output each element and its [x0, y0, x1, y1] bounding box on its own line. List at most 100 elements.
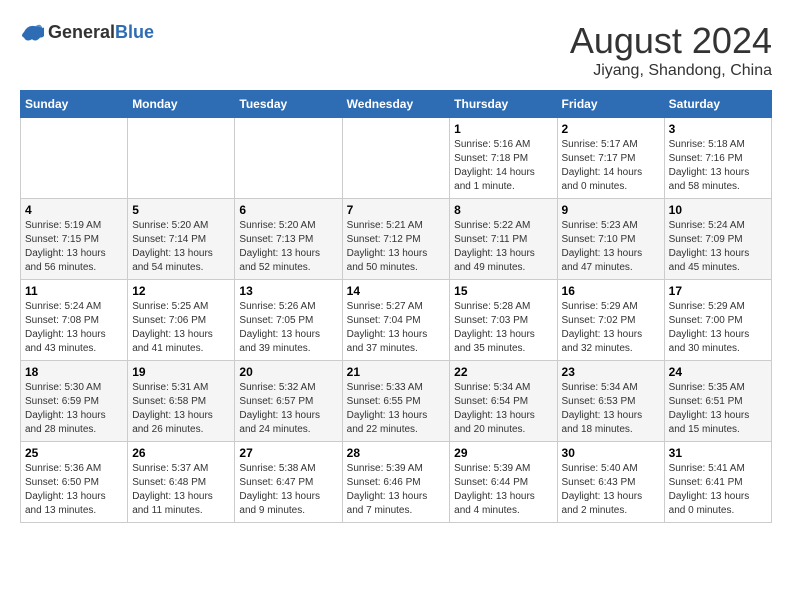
day-number: 4	[25, 203, 123, 217]
calendar-cell: 10 Sunrise: 5:24 AMSunset: 7:09 PMDayligh…	[664, 199, 771, 280]
calendar-cell: 17 Sunrise: 5:29 AMSunset: 7:00 PMDayligh…	[664, 280, 771, 361]
day-info: Sunrise: 5:29 AMSunset: 7:02 PMDaylight:…	[562, 300, 660, 356]
calendar-cell: 16 Sunrise: 5:29 AMSunset: 7:02 PMDayligh…	[557, 280, 664, 361]
day-info: Sunrise: 5:41 AMSunset: 6:41 PMDaylight:…	[669, 462, 767, 518]
calendar-cell: 21 Sunrise: 5:33 AMSunset: 6:55 PMDayligh…	[342, 361, 450, 442]
calendar-cell	[21, 118, 128, 199]
day-info: Sunrise: 5:20 AMSunset: 7:13 PMDaylight:…	[239, 219, 337, 275]
day-number: 28	[347, 446, 446, 460]
week-row-0: 1 Sunrise: 5:16 AMSunset: 7:18 PMDaylight…	[21, 118, 772, 199]
day-number: 5	[132, 203, 230, 217]
week-row-1: 4 Sunrise: 5:19 AMSunset: 7:15 PMDaylight…	[21, 199, 772, 280]
day-number: 2	[562, 122, 660, 136]
logo-text: General	[48, 22, 115, 42]
location: Jiyang, Shandong, China	[570, 62, 772, 80]
calendar-cell: 4 Sunrise: 5:19 AMSunset: 7:15 PMDaylight…	[21, 199, 128, 280]
day-number: 22	[454, 365, 552, 379]
day-info: Sunrise: 5:23 AMSunset: 7:10 PMDaylight:…	[562, 219, 660, 275]
logo: GeneralBlue	[20, 20, 154, 44]
day-info: Sunrise: 5:30 AMSunset: 6:59 PMDaylight:…	[25, 381, 123, 437]
day-info: Sunrise: 5:21 AMSunset: 7:12 PMDaylight:…	[347, 219, 446, 275]
calendar-cell: 19Sunrise: 5:31 AMSunset: 6:58 PMDayligh…	[128, 361, 235, 442]
weekday-header-monday: Monday	[128, 91, 235, 118]
day-info: Sunrise: 5:16 AMSunset: 7:18 PMDaylight:…	[454, 138, 552, 194]
calendar-cell: 7 Sunrise: 5:21 AMSunset: 7:12 PMDaylight…	[342, 199, 450, 280]
weekday-header-row: SundayMondayTuesdayWednesdayThursdayFrid…	[21, 91, 772, 118]
day-number: 15	[454, 284, 552, 298]
calendar-cell: 28 Sunrise: 5:39 AMSunset: 6:46 PMDayligh…	[342, 442, 450, 523]
day-info: Sunrise: 5:33 AMSunset: 6:55 PMDaylight:…	[347, 381, 446, 437]
weekday-header-saturday: Saturday	[664, 91, 771, 118]
calendar-cell: 5 Sunrise: 5:20 AMSunset: 7:14 PMDaylight…	[128, 199, 235, 280]
day-info: Sunrise: 5:19 AMSunset: 7:15 PMDaylight:…	[25, 219, 123, 275]
day-info: Sunrise: 5:17 AMSunset: 7:17 PMDaylight:…	[562, 138, 660, 194]
calendar-cell: 1 Sunrise: 5:16 AMSunset: 7:18 PMDaylight…	[450, 118, 557, 199]
calendar-cell: 13 Sunrise: 5:26 AMSunset: 7:05 PMDayligh…	[235, 280, 342, 361]
calendar-cell: 14Sunrise: 5:27 AMSunset: 7:04 PMDayligh…	[342, 280, 450, 361]
calendar-cell: 11 Sunrise: 5:24 AMSunset: 7:08 PMDayligh…	[21, 280, 128, 361]
day-info: Sunrise: 5:20 AMSunset: 7:14 PMDaylight:…	[132, 219, 230, 275]
day-number: 1	[454, 122, 552, 136]
day-number: 17	[669, 284, 767, 298]
day-info: Sunrise: 5:39 AMSunset: 6:46 PMDaylight:…	[347, 462, 446, 518]
logo-blue-text: Blue	[115, 22, 154, 42]
day-number: 12	[132, 284, 230, 298]
day-number: 18	[25, 365, 123, 379]
calendar-cell: 15 Sunrise: 5:28 AMSunset: 7:03 PMDayligh…	[450, 280, 557, 361]
calendar-cell: 9Sunrise: 5:23 AMSunset: 7:10 PMDaylight…	[557, 199, 664, 280]
day-number: 8	[454, 203, 552, 217]
calendar-cell: 6 Sunrise: 5:20 AMSunset: 7:13 PMDaylight…	[235, 199, 342, 280]
calendar-cell: 23 Sunrise: 5:34 AMSunset: 6:53 PMDayligh…	[557, 361, 664, 442]
day-info: Sunrise: 5:18 AMSunset: 7:16 PMDaylight:…	[669, 138, 767, 194]
day-number: 13	[239, 284, 337, 298]
day-number: 20	[239, 365, 337, 379]
day-info: Sunrise: 5:38 AMSunset: 6:47 PMDaylight:…	[239, 462, 337, 518]
calendar-cell: 30Sunrise: 5:40 AMSunset: 6:43 PMDayligh…	[557, 442, 664, 523]
day-info: Sunrise: 5:26 AMSunset: 7:05 PMDaylight:…	[239, 300, 337, 356]
day-number: 10	[669, 203, 767, 217]
day-number: 19	[132, 365, 230, 379]
calendar-cell	[128, 118, 235, 199]
day-info: Sunrise: 5:34 AMSunset: 6:54 PMDaylight:…	[454, 381, 552, 437]
calendar-cell: 24Sunrise: 5:35 AMSunset: 6:51 PMDayligh…	[664, 361, 771, 442]
calendar-cell: 22 Sunrise: 5:34 AMSunset: 6:54 PMDayligh…	[450, 361, 557, 442]
day-number: 29	[454, 446, 552, 460]
day-info: Sunrise: 5:24 AMSunset: 7:09 PMDaylight:…	[669, 219, 767, 275]
day-number: 7	[347, 203, 446, 217]
day-info: Sunrise: 5:28 AMSunset: 7:03 PMDaylight:…	[454, 300, 552, 356]
day-info: Sunrise: 5:35 AMSunset: 6:51 PMDaylight:…	[669, 381, 767, 437]
calendar-cell: 20 Sunrise: 5:32 AMSunset: 6:57 PMDayligh…	[235, 361, 342, 442]
page-header: GeneralBlue August 2024 Jiyang, Shandong…	[20, 20, 772, 80]
calendar-cell: 25Sunrise: 5:36 AMSunset: 6:50 PMDayligh…	[21, 442, 128, 523]
calendar-cell: 29 Sunrise: 5:39 AMSunset: 6:44 PMDayligh…	[450, 442, 557, 523]
calendar-cell: 26 Sunrise: 5:37 AMSunset: 6:48 PMDayligh…	[128, 442, 235, 523]
day-number: 21	[347, 365, 446, 379]
day-info: Sunrise: 5:24 AMSunset: 7:08 PMDaylight:…	[25, 300, 123, 356]
day-number: 6	[239, 203, 337, 217]
calendar-cell: 8Sunrise: 5:22 AMSunset: 7:11 PMDaylight…	[450, 199, 557, 280]
week-row-3: 18 Sunrise: 5:30 AMSunset: 6:59 PMDayligh…	[21, 361, 772, 442]
day-info: Sunrise: 5:29 AMSunset: 7:00 PMDaylight:…	[669, 300, 767, 356]
day-info: Sunrise: 5:40 AMSunset: 6:43 PMDaylight:…	[562, 462, 660, 518]
calendar-cell: 18 Sunrise: 5:30 AMSunset: 6:59 PMDayligh…	[21, 361, 128, 442]
day-info: Sunrise: 5:27 AMSunset: 7:04 PMDaylight:…	[347, 300, 446, 356]
day-number: 11	[25, 284, 123, 298]
day-info: Sunrise: 5:34 AMSunset: 6:53 PMDaylight:…	[562, 381, 660, 437]
day-info: Sunrise: 5:32 AMSunset: 6:57 PMDaylight:…	[239, 381, 337, 437]
day-number: 3	[669, 122, 767, 136]
day-number: 26	[132, 446, 230, 460]
weekday-header-tuesday: Tuesday	[235, 91, 342, 118]
calendar-cell: 27Sunrise: 5:38 AMSunset: 6:47 PMDayligh…	[235, 442, 342, 523]
calendar-cell: 2 Sunrise: 5:17 AMSunset: 7:17 PMDaylight…	[557, 118, 664, 199]
day-info: Sunrise: 5:36 AMSunset: 6:50 PMDaylight:…	[25, 462, 123, 518]
calendar-cell	[342, 118, 450, 199]
week-row-4: 25Sunrise: 5:36 AMSunset: 6:50 PMDayligh…	[21, 442, 772, 523]
day-number: 23	[562, 365, 660, 379]
day-info: Sunrise: 5:39 AMSunset: 6:44 PMDaylight:…	[454, 462, 552, 518]
weekday-header-thursday: Thursday	[450, 91, 557, 118]
week-row-2: 11 Sunrise: 5:24 AMSunset: 7:08 PMDayligh…	[21, 280, 772, 361]
day-number: 16	[562, 284, 660, 298]
calendar-cell: 31Sunrise: 5:41 AMSunset: 6:41 PMDayligh…	[664, 442, 771, 523]
day-info: Sunrise: 5:37 AMSunset: 6:48 PMDaylight:…	[132, 462, 230, 518]
day-info: Sunrise: 5:25 AMSunset: 7:06 PMDaylight:…	[132, 300, 230, 356]
